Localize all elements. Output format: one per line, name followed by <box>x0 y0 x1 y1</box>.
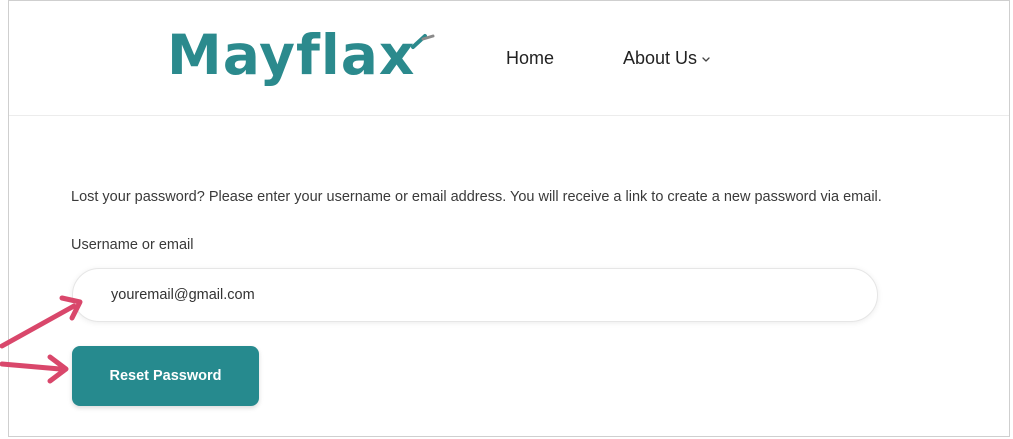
nav-about-label: About Us <box>623 48 698 68</box>
reset-password-button[interactable]: Reset Password <box>72 346 259 406</box>
logo-text: Mayflax <box>167 23 416 87</box>
site-header: Mayflax Home About Us <box>9 1 1009 116</box>
intro-text: Lost your password? Please enter your us… <box>71 189 882 205</box>
username-email-field <box>72 268 878 322</box>
page-frame: Mayflax Home About Us Lost your password… <box>8 0 1010 437</box>
logo-swoosh-icon <box>411 34 435 49</box>
username-email-input[interactable] <box>73 269 877 321</box>
chevron-down-icon <box>702 56 710 62</box>
nav-about-link[interactable]: About Us <box>623 48 711 69</box>
username-email-label: Username or email <box>71 237 194 253</box>
nav-home-link[interactable]: Home <box>506 48 554 69</box>
site-logo[interactable]: Mayflax <box>167 15 435 95</box>
